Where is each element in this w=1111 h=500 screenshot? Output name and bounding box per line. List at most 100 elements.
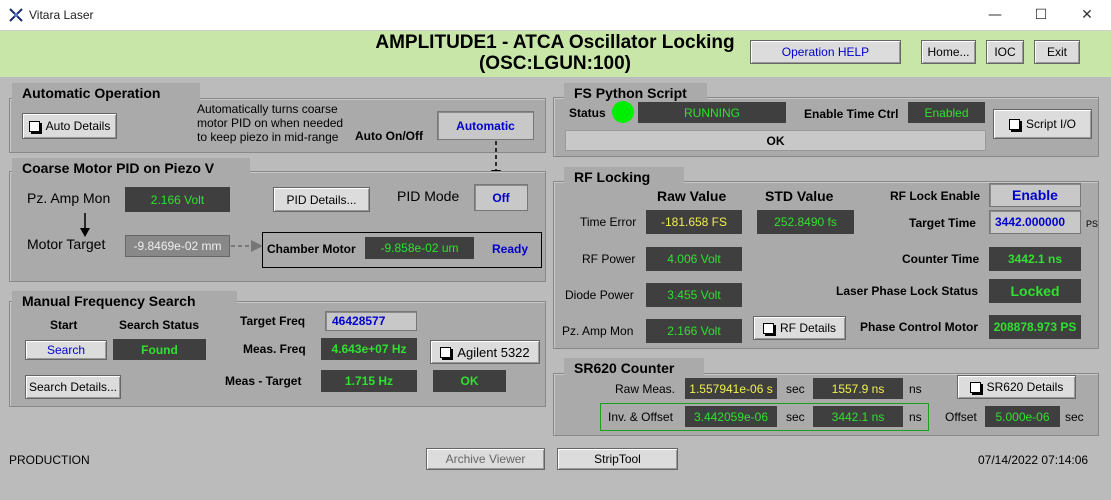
coarse-motor-title: Coarse Motor PID on Piezo V xyxy=(12,158,250,178)
striptool-button[interactable]: StripTool xyxy=(557,448,678,470)
raw-value-header: Raw Value xyxy=(657,188,727,204)
enable-time-ctrl-label: Enable Time Ctrl xyxy=(804,107,899,121)
rf-power-label: RF Power xyxy=(582,252,636,266)
meas-target-value: 1.715 Hz xyxy=(321,370,417,392)
fs-message: OK xyxy=(565,130,986,151)
search-button[interactable]: Search xyxy=(25,340,107,360)
window-title: Vitara Laser xyxy=(29,8,94,22)
raw-meas-unit: sec xyxy=(786,382,805,396)
counter-time-value: 3442.1 ns xyxy=(989,247,1081,271)
counter-time-label: Counter Time xyxy=(902,252,980,266)
auto-details-label: Auto Details xyxy=(45,119,111,133)
search-status-label: Search Status xyxy=(119,318,200,332)
motor-target-label: Motor Target xyxy=(27,236,106,252)
rf-details-button[interactable]: RF Details xyxy=(753,316,846,340)
pid-mode-select[interactable]: Off xyxy=(474,184,528,211)
timestamp: 07/14/2022 07:14:06 xyxy=(978,453,1089,467)
sr620-title: SR620 Counter xyxy=(564,358,704,378)
rf-details-label: RF Details xyxy=(779,321,836,335)
auto-onoff-select[interactable]: Automatic xyxy=(437,111,534,140)
motor-target-arrow xyxy=(231,240,263,252)
time-error-label: Time Error xyxy=(580,215,637,229)
agilent-label: Agilent 5322 xyxy=(457,344,530,360)
rf-locking-title: RF Locking xyxy=(564,167,684,187)
target-time-input[interactable]: 3442.000000 xyxy=(989,210,1081,234)
phase-control-motor-label: Phase Control Motor xyxy=(860,320,979,334)
window-icon xyxy=(969,381,981,393)
std-value-header: STD Value xyxy=(765,188,834,204)
phase-lock-status-value: Locked xyxy=(989,279,1081,303)
sr620-details-button[interactable]: SR620 Details xyxy=(957,375,1076,399)
window-titlebar xyxy=(0,0,1111,31)
inv-offset-ns-unit: ns xyxy=(909,410,922,424)
meas-target-label: Meas - Target xyxy=(225,374,302,388)
target-time-value: 3442.000000 xyxy=(995,215,1066,229)
auto-description: Automatically turns coarse motor PID on … xyxy=(197,102,344,144)
raw-meas-ns: 1557.9 ns xyxy=(813,378,903,399)
diode-power-label: Diode Power xyxy=(565,288,634,302)
offset-value: 5.000e-06 xyxy=(985,406,1060,427)
raw-meas-ns-unit: ns xyxy=(909,382,922,396)
search-status-value: Found xyxy=(113,339,206,360)
target-freq-value: 46428577 xyxy=(332,314,386,328)
archive-viewer-button[interactable]: Archive Viewer xyxy=(426,448,545,470)
offset-unit: sec xyxy=(1065,410,1084,424)
motor-target-value: -9.8469e-02 mm xyxy=(125,235,230,257)
pid-details-button[interactable]: PID Details... xyxy=(273,187,370,212)
manual-search-title: Manual Frequency Search xyxy=(12,291,237,311)
inv-offset-label: Inv. & Offset xyxy=(608,410,673,424)
script-io-button[interactable]: Script I/O xyxy=(993,109,1092,139)
window-icon xyxy=(762,322,774,334)
chamber-motor-label: Chamber Motor xyxy=(267,242,356,256)
rf-lock-enable-label: RF Lock Enable xyxy=(890,189,981,203)
environment-label: PRODUCTION xyxy=(9,453,90,467)
offset-label: Offset xyxy=(945,410,977,424)
pid-mode-label: PID Mode xyxy=(397,188,460,204)
meas-freq-value: 4.643e+07 Hz xyxy=(321,338,417,360)
phase-control-motor-value: 208878.973 PS xyxy=(989,315,1081,339)
rf-pz-amp-value: 2.166 Volt xyxy=(646,319,742,343)
fs-status-value: RUNNING xyxy=(638,102,786,123)
target-freq-input[interactable]: 46428577 xyxy=(325,311,417,331)
pz-amp-label: Pz. Amp Mon xyxy=(27,190,111,206)
script-io-label: Script I/O xyxy=(1025,117,1076,131)
automatic-operation-title: Automatic Operation xyxy=(12,83,200,103)
auto-details-button[interactable]: Auto Details xyxy=(22,113,117,139)
rf-power-value: 4.006 Volt xyxy=(646,247,742,271)
app-logo-icon xyxy=(9,8,23,22)
fs-status-label: Status xyxy=(569,106,606,120)
agilent-button[interactable]: Agilent 5322 xyxy=(430,340,540,364)
pid-mode-value: Off xyxy=(492,190,510,205)
window-icon xyxy=(28,120,40,132)
chamber-motor-status: Ready xyxy=(492,242,529,256)
pz-arrow xyxy=(80,213,90,237)
time-error-std: 252.8490 fs xyxy=(757,210,854,234)
fs-script-title: FS Python Script xyxy=(564,83,707,103)
close-button[interactable]: ✕ xyxy=(1064,0,1110,30)
home-button[interactable]: Home... xyxy=(921,40,976,64)
auto-onoff-label: Auto On/Off xyxy=(355,129,423,143)
meas-target-status: OK xyxy=(433,370,506,392)
ioc-button[interactable]: IOC xyxy=(986,40,1024,64)
phase-lock-status-label: Laser Phase Lock Status xyxy=(836,284,979,298)
exit-button[interactable]: Exit xyxy=(1034,40,1080,64)
search-details-button[interactable]: Search Details... xyxy=(25,375,121,399)
meas-freq-label: Meas. Freq xyxy=(243,342,306,356)
raw-meas-label: Raw Meas. xyxy=(615,382,676,396)
target-time-label: Target Time xyxy=(909,216,976,230)
sr620-details-label: SR620 Details xyxy=(986,380,1064,394)
operation-help-button[interactable]: Operation HELP xyxy=(750,40,901,64)
rf-lock-enable-select[interactable]: Enable xyxy=(989,183,1081,207)
raw-meas-value: 1.557941e-06 s xyxy=(685,378,777,399)
minimize-button[interactable]: — xyxy=(972,0,1018,30)
enable-time-ctrl-value: Enabled xyxy=(908,102,985,123)
maximize-button[interactable]: ☐ xyxy=(1018,0,1064,30)
auto-onoff-value: Automatic xyxy=(456,118,515,133)
window-icon xyxy=(440,346,452,358)
inv-offset-value: 3.442059e-06 xyxy=(685,406,777,427)
rf-pz-amp-label: Pz. Amp Mon xyxy=(562,324,634,338)
time-error-value: -181.658 FS xyxy=(646,210,742,234)
status-indicator-icon xyxy=(612,101,634,123)
pz-amp-value: 2.166 Volt xyxy=(125,187,230,212)
target-freq-label: Target Freq xyxy=(240,314,306,328)
